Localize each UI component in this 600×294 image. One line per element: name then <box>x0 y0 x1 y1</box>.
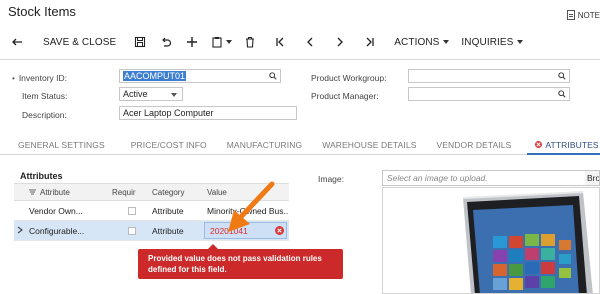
sort-icon <box>29 189 36 195</box>
tab-general-settings[interactable]: GENERAL SETTINGS <box>10 135 113 155</box>
save-button[interactable] <box>127 31 153 53</box>
error-icon <box>535 141 543 148</box>
last-record-button[interactable] <box>357 31 383 53</box>
notes-icon <box>566 10 575 20</box>
attribute-cell[interactable]: Configurable... <box>26 226 110 236</box>
plus-icon <box>187 37 198 47</box>
inventory-id-label: Inventory ID: <box>18 73 67 83</box>
product-manager-field[interactable] <box>408 87 570 101</box>
back-button[interactable] <box>4 31 30 53</box>
previous-record-button[interactable] <box>297 31 323 53</box>
trash-icon <box>246 36 255 48</box>
column-header-required[interactable]: Requir <box>110 188 149 197</box>
actions-menu-button[interactable]: ACTIONS <box>389 31 454 53</box>
column-header-attribute[interactable]: Attribute <box>26 188 110 197</box>
image-label: Image: <box>318 174 344 184</box>
item-status-select[interactable]: Active <box>119 87 183 101</box>
tab-attributes[interactable]: ATTRIBUTES <box>527 135 600 155</box>
inventory-id-label-wrap: • Inventory ID: <box>12 73 67 83</box>
column-header-category[interactable]: Category <box>149 188 204 197</box>
first-icon <box>276 37 284 47</box>
description-value: Acer Laptop Computer <box>123 108 214 118</box>
actions-label: ACTIONS <box>394 36 440 48</box>
laptop-image <box>462 191 593 293</box>
tab-attributes-label: ATTRIBUTES <box>545 140 599 150</box>
chevron-right-icon <box>17 226 23 233</box>
next-record-button[interactable] <box>327 31 353 53</box>
browse-button[interactable]: Bro <box>585 170 600 186</box>
tab-bar: GENERAL SETTINGS PRICE/COST INFO MANUFAC… <box>0 135 600 155</box>
undo-button[interactable] <box>153 31 179 53</box>
chevron-down-icon <box>517 40 524 44</box>
attribute-cell[interactable]: Vendor Own... <box>26 206 110 216</box>
chevron-left-icon <box>307 37 313 47</box>
category-cell[interactable]: Attribute <box>149 226 204 236</box>
tab-vendor-details[interactable]: VENDOR DETAILS <box>428 135 519 155</box>
tab-warehouse-details[interactable]: WAREHOUSE DETAILS <box>314 135 424 155</box>
required-marker: • <box>12 74 15 83</box>
copy-paste-button[interactable] <box>205 31 237 53</box>
validation-error-tooltip: Provided value does not pass validation … <box>138 244 343 279</box>
save-close-button[interactable]: SAVE & CLOSE <box>38 31 121 53</box>
attributes-title: Attributes <box>20 171 63 181</box>
add-button[interactable] <box>179 31 205 53</box>
inventory-id-field[interactable]: AACOMPUT01 <box>119 69 281 83</box>
required-checkbox[interactable] <box>128 206 136 215</box>
row-selector[interactable] <box>14 226 26 236</box>
description-label: Description: <box>22 110 67 120</box>
category-cell[interactable]: Attribute <box>149 206 204 216</box>
chevron-down-icon <box>171 93 177 97</box>
undo-icon <box>162 37 172 47</box>
inquiries-label: INQUIRIES <box>461 36 514 48</box>
annotation-arrow-icon <box>228 181 275 232</box>
product-workgroup-label: Product Workgroup: <box>311 73 387 83</box>
first-record-button[interactable] <box>267 31 293 53</box>
inventory-id-value: AACOMPUT01 <box>123 71 187 81</box>
required-checkbox[interactable] <box>128 226 136 235</box>
product-workgroup-field[interactable] <box>408 69 570 83</box>
last-icon <box>366 37 374 47</box>
error-message-line1: Provided value does not pass validation … <box>148 254 322 263</box>
tab-manufacturing[interactable]: MANUFACTURING <box>219 135 310 155</box>
error-message-line2: defined for this field. <box>148 265 227 274</box>
product-manager-label: Product Manager: <box>311 91 379 101</box>
toolbar-divider <box>0 59 600 60</box>
required-cell <box>110 206 149 215</box>
inquiries-menu-button[interactable]: INQUIRIES <box>456 31 528 53</box>
image-upload-field[interactable]: Select an image to upload. <box>382 170 587 186</box>
chevron-right-icon <box>337 37 344 47</box>
required-cell <box>110 226 149 235</box>
save-icon <box>135 36 146 48</box>
notes-button[interactable]: NOTE <box>566 10 600 20</box>
search-icon[interactable] <box>558 90 566 98</box>
search-icon[interactable] <box>558 72 566 80</box>
page-title: Stock Items <box>8 4 76 19</box>
item-status-label: Item Status: <box>22 91 68 101</box>
delete-button[interactable] <box>237 31 263 53</box>
clipboard-icon <box>212 37 222 48</box>
toolbar: SAVE & CLOSE ACTIONS INQUIRIES <box>0 30 600 54</box>
column-attribute-label: Attribute <box>40 187 70 197</box>
tab-price-cost-info[interactable]: PRICE/COST INFO <box>123 135 215 155</box>
description-field[interactable]: Acer Laptop Computer <box>119 106 297 120</box>
search-icon[interactable] <box>269 72 277 80</box>
product-image <box>382 187 600 294</box>
item-status-value: Active <box>123 89 148 99</box>
chevron-down-icon <box>443 40 450 44</box>
back-arrow-icon <box>12 38 22 46</box>
chevron-down-icon <box>225 40 232 44</box>
notes-label: NOTE <box>577 10 600 20</box>
